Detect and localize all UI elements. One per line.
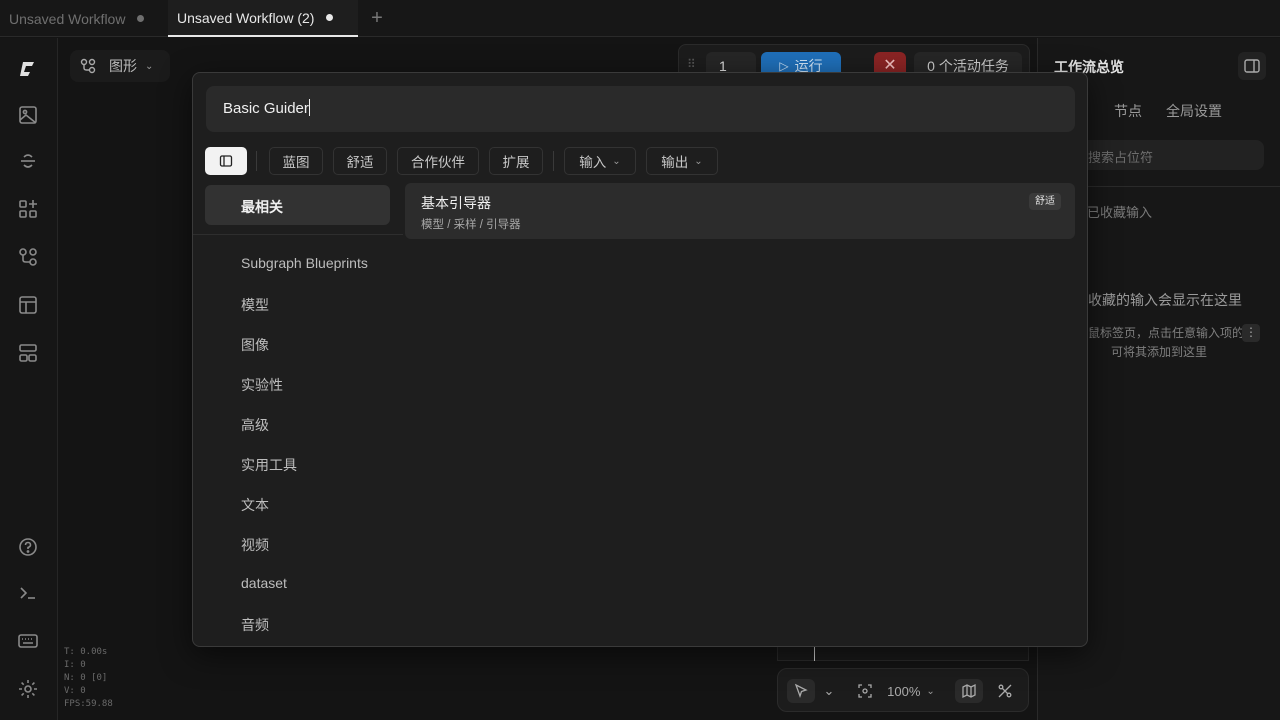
filter-extension-button[interactable]: 扩展	[489, 147, 543, 175]
unsaved-dot-icon	[137, 15, 145, 22]
divider	[553, 151, 554, 171]
templates-icon[interactable]	[17, 294, 39, 316]
stat-fps: FPS:59.88	[64, 699, 113, 709]
node-library-icon[interactable]	[17, 150, 39, 172]
comfy-logo-icon[interactable]	[17, 58, 39, 80]
graph-mode-button[interactable]: 图形 ⌄	[70, 50, 170, 82]
focus-icon	[858, 684, 872, 698]
result-category-path: 模型 / 采样 / 引导器	[421, 219, 521, 231]
extensions-icon[interactable]	[17, 198, 39, 220]
panel-toggle-button[interactable]	[1238, 52, 1266, 80]
chevron-down-icon: ⌄	[145, 60, 154, 72]
zoom-level-button[interactable]: 100% ⌄	[884, 679, 938, 703]
tab-label: Unsaved Workflow	[9, 10, 126, 27]
more-icon: ⋮	[1242, 324, 1260, 342]
toggle-sidebar-filter-button[interactable]	[205, 147, 247, 175]
panel-left-icon	[219, 155, 233, 167]
stat-v: V: 0	[64, 686, 86, 696]
category-item[interactable]: 模型	[241, 295, 269, 315]
link-visibility-button[interactable]	[994, 679, 1016, 703]
tab-global-settings[interactable]: 全局设置	[1166, 101, 1222, 121]
filter-output-dropdown[interactable]: 输出 ⌄	[646, 147, 718, 175]
category-most-relevant[interactable]: 最相关	[205, 185, 390, 225]
category-item[interactable]: 图像	[241, 335, 269, 355]
sidebar-toggle-icon	[1244, 59, 1260, 73]
result-source-badge: 舒适	[1029, 193, 1061, 210]
graph-icon	[79, 57, 97, 75]
text-caret	[308, 99, 310, 116]
select-mode-button[interactable]	[787, 679, 815, 703]
category-item[interactable]: 视频	[241, 535, 269, 555]
keyboard-icon[interactable]	[17, 630, 39, 652]
mode-chevron-down-icon[interactable]: ⌄	[820, 679, 838, 703]
result-title: 基本引导器	[421, 195, 491, 211]
left-sidebar	[0, 38, 58, 720]
filter-output-label: 输出	[661, 155, 689, 170]
image-assets-icon[interactable]	[17, 104, 39, 126]
drag-handle-icon[interactable]: ⠿	[687, 57, 696, 71]
category-item[interactable]: 实用工具	[241, 455, 297, 475]
favorites-section-label: 已收藏输入	[1087, 205, 1153, 220]
hide-links-icon	[998, 684, 1012, 698]
tab-nodes[interactable]: 节点	[1114, 101, 1142, 121]
play-icon: ▷	[779, 59, 789, 73]
divider	[193, 234, 403, 235]
stat-nodes: N: 0 [0]	[64, 673, 108, 683]
node-search-dialog: Basic Guider 蓝图 舒适 合作伙伴 扩展 输入 ⌄ 输出 ⌄ 最相关…	[192, 72, 1088, 647]
minimap-toggle-button[interactable]	[955, 679, 983, 703]
chevron-down-icon: ⌄	[926, 685, 935, 697]
empty-state-description-2: 可将其添加到这里	[1111, 345, 1208, 359]
category-item[interactable]: Subgraph Blueprints	[241, 255, 368, 271]
help-icon[interactable]	[17, 536, 39, 558]
terminal-icon[interactable]	[17, 582, 39, 604]
pointer-icon	[794, 683, 808, 698]
filter-input-dropdown[interactable]: 输入 ⌄	[564, 147, 636, 175]
divider	[256, 151, 257, 171]
new-tab-button[interactable]: +	[366, 0, 388, 37]
zoom-level: 100%	[887, 683, 921, 699]
map-icon	[962, 683, 976, 699]
stat-time: T: 0.00s	[64, 647, 108, 657]
settings-gear-icon[interactable]	[17, 678, 39, 700]
tab-bar: Unsaved Workflow Unsaved Workflow (2) +	[0, 0, 1280, 37]
render-stats: T: 0.00s I: 0 N: 0 [0] V: 0 FPS:59.88	[64, 646, 113, 711]
workflows-icon[interactable]	[17, 246, 39, 268]
category-item[interactable]: 高级	[241, 415, 269, 435]
empty-state-title: 收藏的输入会显示在这里	[1088, 292, 1242, 308]
filter-blueprint-button[interactable]: 蓝图	[269, 147, 323, 175]
tab-label: Unsaved Workflow (2)	[177, 9, 315, 26]
category-item[interactable]: 音频	[241, 615, 269, 635]
tab-unsaved-workflow-2[interactable]: Unsaved Workflow (2)	[168, 0, 358, 37]
category-item[interactable]: 实验性	[241, 375, 283, 395]
filter-input-label: 输入	[579, 155, 607, 170]
filter-comfy-button[interactable]: 舒适	[333, 147, 387, 175]
node-search-input[interactable]: Basic Guider	[223, 99, 310, 117]
fit-view-button[interactable]	[854, 679, 876, 703]
category-item[interactable]: 文本	[241, 495, 269, 515]
chevron-down-icon: ⌄	[612, 155, 621, 167]
filter-partner-button[interactable]: 合作伙伴	[397, 147, 479, 175]
category-item[interactable]: dataset	[241, 575, 287, 591]
graph-mode-label: 图形	[109, 58, 137, 74]
chevron-down-icon: ⌄	[694, 155, 703, 167]
queue-icon[interactable]	[17, 342, 39, 364]
stat-i: I: 0	[64, 660, 86, 670]
search-value: Basic Guider	[223, 100, 309, 117]
tab-unsaved-workflow[interactable]: Unsaved Workflow	[0, 0, 168, 37]
node-search-box[interactable]: Basic Guider	[206, 86, 1075, 132]
unsaved-dot-icon	[326, 14, 334, 21]
empty-state-description: 鼠标签页，点击任意输入项的	[1088, 326, 1245, 340]
search-result-item[interactable]: 基本引导器 模型 / 采样 / 引导器 舒适	[405, 183, 1075, 239]
